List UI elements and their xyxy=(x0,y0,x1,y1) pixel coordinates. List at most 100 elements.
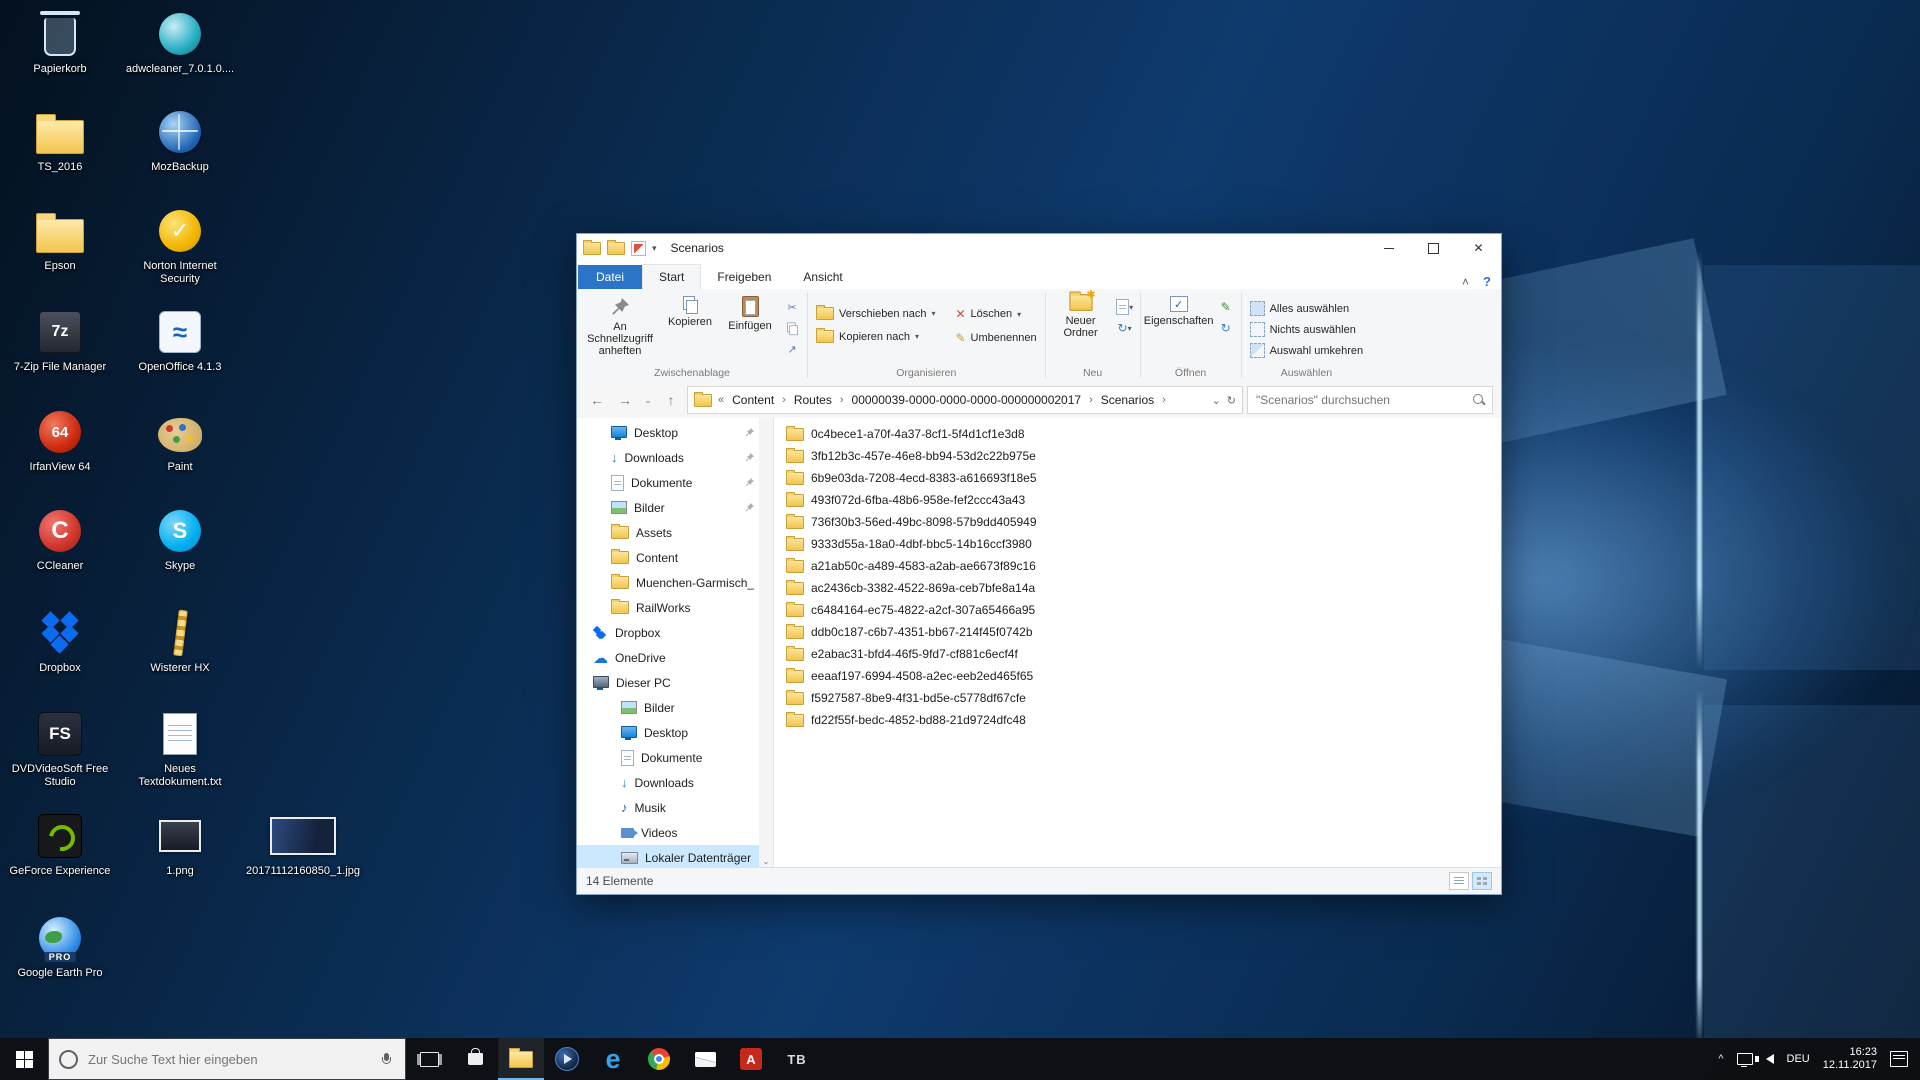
sidebar-item-desktop[interactable]: Desktop xyxy=(577,420,773,445)
tab-datei[interactable]: Datei xyxy=(578,265,643,289)
sidebar-item-railworks[interactable]: RailWorks xyxy=(577,595,773,620)
desktop-icon-dropbox[interactable]: Dropbox xyxy=(4,607,116,675)
sidebar-item-pc-musik[interactable]: ♪ Musik xyxy=(577,795,773,820)
refresh-icon[interactable]: ↻ xyxy=(1227,394,1236,407)
sidebar-item-bilder[interactable]: Bilder xyxy=(577,495,773,520)
tray-expand-chevron-icon[interactable]: ^ xyxy=(1718,1053,1723,1065)
breadcrumb-item-routes[interactable]: Routes xyxy=(792,391,834,409)
desktop-icon-wisterer[interactable]: Wisterer HX xyxy=(124,607,236,675)
desktop-icon-dvdvideosoft[interactable]: FS DVDVideoSoft Free Studio xyxy=(4,708,116,789)
address-dropdown-icon[interactable]: ⌄ xyxy=(1212,394,1221,407)
edit-button[interactable]: ✎ xyxy=(1215,298,1237,316)
desktop-icon-adwcleaner[interactable]: adwcleaner_7.0.1.0.... xyxy=(124,8,236,76)
network-icon[interactable] xyxy=(1736,1053,1753,1067)
file-row[interactable]: 3fb12b3c-457e-46e8-bb94-53d2c22b975e xyxy=(774,445,1126,467)
sidebar-item-dieser-pc[interactable]: Dieser PC xyxy=(577,670,773,695)
task-view-button[interactable] xyxy=(406,1038,452,1080)
close-button[interactable]: ✕ xyxy=(1456,234,1501,262)
sidebar-item-muenchen-garmisch[interactable]: Muenchen-Garmisch_De xyxy=(577,570,773,595)
select-none-button[interactable]: Nichts auswählen xyxy=(1246,321,1368,338)
tab-start[interactable]: Start xyxy=(642,264,702,289)
new-folder-button[interactable]: ✱ Neuer Ordner xyxy=(1050,289,1112,341)
file-row[interactable]: ac2436cb-3382-4522-869a-ceb7bfe8a14a xyxy=(774,577,1126,599)
taskbar-mail[interactable] xyxy=(682,1038,728,1080)
new-item-button[interactable]: ▾ xyxy=(1114,298,1136,316)
desktop-icon-epson[interactable]: Epson xyxy=(4,205,116,273)
desktop-icon-7zip[interactable]: 7z 7-Zip File Manager xyxy=(4,306,116,374)
sidebar-item-downloads[interactable]: ↓ Downloads xyxy=(577,445,773,470)
breadcrumb-root-icon[interactable]: « xyxy=(718,394,724,406)
explorer-search-input[interactable] xyxy=(1254,392,1469,408)
desktop-icon-geforce[interactable]: GeForce Experience xyxy=(4,810,116,878)
sidebar-item-content[interactable]: Content xyxy=(577,545,773,570)
taskbar-store[interactable] xyxy=(452,1038,498,1080)
desktop-icon-mozbackup[interactable]: MozBackup xyxy=(124,106,236,174)
copy-button[interactable]: Kopieren xyxy=(661,292,719,330)
minimize-button[interactable] xyxy=(1366,234,1411,262)
invert-selection-button[interactable]: Auswahl umkehren xyxy=(1246,342,1368,359)
maximize-button[interactable] xyxy=(1411,234,1456,262)
desktop-icon-papierkorb[interactable]: Papierkorb xyxy=(4,8,116,76)
cut-button[interactable]: ✂ xyxy=(781,298,803,316)
file-row[interactable]: f5927587-8be9-4f31-bd5e-c5778df67cfe xyxy=(774,687,1126,709)
copy-to-button[interactable]: Kopieren nach ▾ xyxy=(812,328,939,344)
sidebar-item-pc-videos[interactable]: Videos xyxy=(577,820,773,845)
taskbar-tb-app[interactable]: TB xyxy=(774,1038,820,1080)
copy-path-button[interactable] xyxy=(781,319,803,337)
desktop-icon-textdokument[interactable]: Neues Textdokument.txt xyxy=(124,708,236,789)
start-button[interactable] xyxy=(0,1038,48,1080)
desktop-icon-skype[interactable]: S Skype xyxy=(124,505,236,573)
file-row[interactable]: 9333d55a-18a0-4dbf-bbc5-14b16ccf3980 xyxy=(774,533,1126,555)
breadcrumb-item-route-guid[interactable]: 00000039-0000-0000-0000-000000002017 xyxy=(850,391,1084,409)
tab-ansicht[interactable]: Ansicht xyxy=(787,265,858,289)
desktop-icon-openoffice[interactable]: ≈ OpenOffice 4.1.3 xyxy=(124,306,236,374)
sidebar-item-pc-bilder[interactable]: Bilder xyxy=(577,695,773,720)
desktop-icon-ts2016[interactable]: TS_2016 xyxy=(4,106,116,174)
collapse-ribbon-icon[interactable]: ˄ xyxy=(1462,275,1469,289)
file-row[interactable]: fd22f55f-bedc-4852-bd88-21d9724dfc48 xyxy=(774,709,1126,731)
nav-scrollbar[interactable]: ⌄ xyxy=(759,418,773,868)
scroll-down-icon[interactable]: ⌄ xyxy=(763,857,770,866)
taskbar-search-input[interactable] xyxy=(86,1050,374,1068)
file-row[interactable]: a21ab50c-a489-4583-a2ab-ae6673f89c16 xyxy=(774,555,1126,577)
easy-access-button[interactable]: ↻ ▾ xyxy=(1114,319,1136,337)
desktop-icon-irfanview[interactable]: 64 IrfanView 64 xyxy=(4,406,116,474)
tab-freigeben[interactable]: Freigeben xyxy=(701,265,787,289)
file-row[interactable]: e2abac31-bfd4-46f5-9fd7-cf881c6ecf4f xyxy=(774,643,1126,665)
forward-button[interactable]: → xyxy=(613,388,637,412)
file-row[interactable]: 6b9e03da-7208-4ecd-8383-a616693f18e5 xyxy=(774,467,1126,489)
properties-button[interactable]: ✓ Eigenschaften xyxy=(1144,292,1213,329)
file-row[interactable]: 736f30b3-56ed-49bc-8098-57b9dd405949 xyxy=(774,511,1126,533)
sidebar-item-pc-dokumente[interactable]: Dokumente xyxy=(577,745,773,770)
taskbar-media-player[interactable] xyxy=(544,1038,590,1080)
desktop-icon-screenshot-jpg[interactable]: 20171112160850_1.jpg xyxy=(238,810,368,878)
move-to-button[interactable]: Verschieben nach ▾ xyxy=(812,305,939,321)
clock[interactable]: 16:23 12.11.2017 xyxy=(1823,1046,1877,1072)
file-row[interactable]: 0c4bece1-a70f-4a37-8cf1-5f4d1cf1e3d8 xyxy=(774,423,1126,445)
back-button[interactable]: ← xyxy=(585,388,609,412)
details-view-button[interactable] xyxy=(1449,872,1469,890)
file-row[interactable]: 493f072d-6fba-48b6-958e-fef2ccc43a43 xyxy=(774,489,1126,511)
rename-button[interactable]: ✎ Umbenennen xyxy=(951,330,1040,346)
taskbar-search[interactable] xyxy=(48,1038,406,1080)
desktop-icon-google-earth[interactable]: PRO Google Earth Pro xyxy=(4,912,116,980)
keyboard-language[interactable]: DEU xyxy=(1787,1053,1810,1065)
action-center-icon[interactable] xyxy=(1890,1051,1908,1067)
breadcrumb[interactable]: « Content › Routes › 00000039-0000-0000-… xyxy=(687,386,1243,414)
file-row[interactable]: eeaaf197-6994-4508-a2ec-eeb2ed465f65 xyxy=(774,665,1126,687)
sidebar-item-local-disk-c[interactable]: Lokaler Datenträger (C:) xyxy=(577,845,773,868)
file-row[interactable]: ddb0c187-c6b7-4351-bb67-214f45f0742b xyxy=(774,621,1126,643)
sidebar-item-onedrive[interactable]: ☁ OneDrive xyxy=(577,645,773,670)
taskbar-edge[interactable]: e xyxy=(590,1038,636,1080)
qat-properties-icon[interactable] xyxy=(631,240,646,256)
thumbnail-view-button[interactable] xyxy=(1472,872,1492,890)
file-row[interactable]: c6484164-ec75-4822-a2cf-307a65466a95 xyxy=(774,599,1126,621)
help-icon[interactable]: ? xyxy=(1483,274,1491,289)
taskbar-file-explorer[interactable] xyxy=(498,1038,544,1080)
title-bar[interactable]: ▾ Scenarios ✕ xyxy=(577,234,1501,262)
pin-to-quick-access-button[interactable]: An Schnellzugriff anheften xyxy=(581,292,659,359)
sidebar-item-pc-downloads[interactable]: ↓ Downloads xyxy=(577,770,773,795)
volume-icon[interactable] xyxy=(1754,1054,1774,1064)
sidebar-item-dokumente[interactable]: Dokumente xyxy=(577,470,773,495)
desktop-icon-paint[interactable]: Paint xyxy=(124,406,236,474)
